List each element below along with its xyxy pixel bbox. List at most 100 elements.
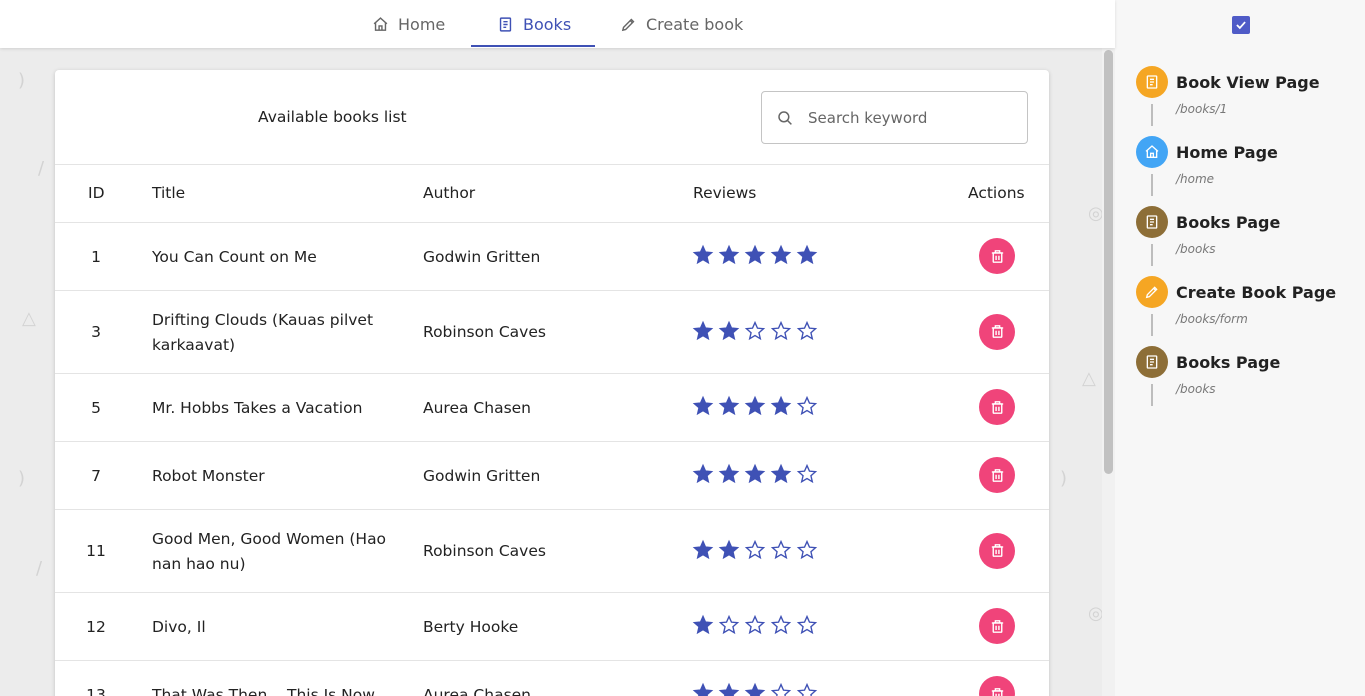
history-item-name: Book View Page <box>1176 73 1320 92</box>
table-row[interactable]: 7 Robot Monster Godwin Gritten <box>55 442 1049 510</box>
delete-button[interactable] <box>979 313 1015 350</box>
trash-icon <box>991 400 1003 414</box>
tab-home-label: Home <box>398 14 446 34</box>
cell-title: Good Men, Good Women (Hao nan hao nu) <box>152 529 387 573</box>
cell-id: 3 <box>91 323 101 341</box>
table-header: ID Title Author Reviews Actions <box>55 164 1049 223</box>
star-filled-icon <box>744 244 766 265</box>
header-reviews: Reviews <box>693 184 757 202</box>
star-empty-icon <box>796 320 818 340</box>
star-filled-icon <box>692 682 714 696</box>
tab-create-book-label: Create book <box>646 14 744 34</box>
history-item-name: Home Page <box>1176 143 1278 162</box>
tab-create-book[interactable]: Create book <box>620 0 743 48</box>
tab-books-label: Books <box>523 14 572 34</box>
home-icon <box>373 16 388 31</box>
history-dot <box>1136 66 1168 98</box>
top-navigation: Home Books Create book <box>0 0 1115 48</box>
cell-title: That Was Then... This Is Now <box>152 685 375 696</box>
search-input[interactable] <box>808 108 1008 127</box>
history-item-name: Create Book Page <box>1176 283 1337 302</box>
scrollbar-thumb[interactable] <box>1104 50 1113 474</box>
rating-stars <box>692 682 818 696</box>
table-row[interactable]: 11 Good Men, Good Women (Hao nan hao nu)… <box>55 510 1049 593</box>
star-empty-icon <box>770 539 792 559</box>
card-title: Available books list <box>258 108 407 126</box>
timeline-connector <box>1151 174 1153 196</box>
star-empty-icon <box>796 682 818 696</box>
cell-id: 11 <box>86 542 106 560</box>
header-actions: Actions <box>968 184 1025 202</box>
star-filled-icon <box>718 539 740 559</box>
star-empty-icon <box>796 539 818 559</box>
star-filled-icon <box>718 395 740 416</box>
trash-icon <box>991 687 1003 696</box>
timeline-connector <box>1151 104 1153 126</box>
history-item-path: /books <box>1176 242 1216 256</box>
history-item-path: /home <box>1176 172 1215 186</box>
star-filled-icon <box>692 463 714 484</box>
delete-button[interactable] <box>979 389 1015 425</box>
trash-icon <box>991 325 1003 338</box>
cell-id: 12 <box>86 617 106 636</box>
star-filled-icon <box>692 614 714 635</box>
cell-id: 13 <box>86 685 106 696</box>
star-filled-icon <box>692 539 714 559</box>
rating-stars <box>692 395 818 417</box>
book-icon <box>1146 355 1158 369</box>
rating-stars <box>692 614 818 636</box>
header-id: ID <box>88 184 105 202</box>
star-filled-icon <box>692 320 714 340</box>
rating-stars <box>692 320 818 342</box>
history-dot <box>1136 136 1168 168</box>
star-filled-icon <box>770 395 792 416</box>
star-filled-icon <box>718 463 740 484</box>
star-empty-icon <box>796 463 818 484</box>
cell-author: Godwin Gritten <box>423 247 541 266</box>
book-icon <box>1146 215 1158 229</box>
book-icon <box>1146 75 1158 89</box>
star-empty-icon <box>744 320 766 340</box>
star-filled-icon <box>744 463 766 484</box>
table-row[interactable]: 12 Divo, Il Berty Hooke <box>55 593 1049 661</box>
cell-author: Robinson Caves <box>423 323 546 341</box>
cell-id: 5 <box>91 398 101 417</box>
tab-books[interactable]: Books <box>497 0 571 48</box>
delete-button[interactable] <box>979 676 1015 696</box>
timeline-connector <box>1151 384 1153 406</box>
delete-button[interactable] <box>979 532 1015 569</box>
home-icon <box>1145 145 1159 158</box>
cell-author: Berty Hooke <box>423 617 519 636</box>
star-filled-icon <box>718 682 740 696</box>
history-item-name: Books Page <box>1176 213 1281 232</box>
table-row[interactable]: 5 Mr. Hobbs Takes a Vacation Aurea Chase… <box>55 374 1049 442</box>
table-row[interactable]: 1 You Can Count on Me Godwin Gritten <box>55 223 1049 291</box>
table-row[interactable]: 13 That Was Then... This Is Now Aurea Ch… <box>55 661 1049 696</box>
trash-icon <box>991 249 1003 263</box>
rating-stars <box>692 539 818 561</box>
cell-title: Mr. Hobbs Takes a Vacation <box>152 398 363 417</box>
star-filled-icon <box>692 395 714 416</box>
star-filled-icon <box>718 320 740 340</box>
history-item-path: /books/form <box>1176 312 1248 326</box>
delete-button[interactable] <box>979 457 1015 493</box>
cell-title: You Can Count on Me <box>152 247 317 266</box>
delete-button[interactable] <box>979 608 1015 644</box>
panel-checkbox[interactable] <box>1232 16 1250 34</box>
star-filled-icon <box>744 682 766 696</box>
star-empty-icon <box>770 682 792 696</box>
delete-button[interactable] <box>979 238 1015 274</box>
search-box[interactable] <box>761 91 1028 144</box>
trash-icon <box>991 619 1003 633</box>
trash-icon <box>991 468 1003 482</box>
star-filled-icon <box>692 244 714 265</box>
trash-icon <box>991 544 1003 557</box>
header-title: Title <box>152 184 186 202</box>
table-row[interactable]: 3 Drifting Clouds (Kauas pilvet karkaava… <box>55 291 1049 374</box>
history-item-path: /books/1 <box>1176 102 1228 116</box>
history-item-path: /books <box>1176 382 1216 396</box>
star-empty-icon <box>718 614 740 635</box>
timeline-connector <box>1151 244 1153 266</box>
tab-home[interactable]: Home <box>372 0 445 48</box>
cell-title: Divo, Il <box>152 617 206 636</box>
